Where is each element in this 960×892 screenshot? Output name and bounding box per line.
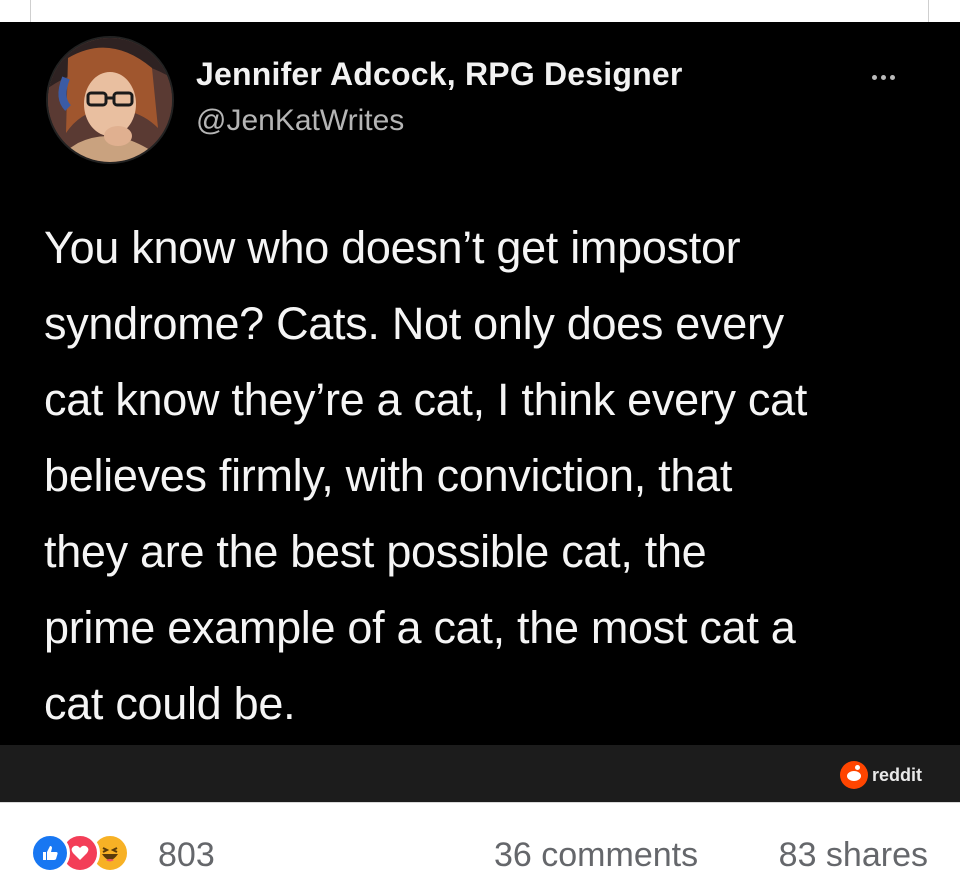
author-name[interactable]: Jennifer Adcock, RPG Designer <box>196 56 683 93</box>
author-handle[interactable]: @JenKatWrites <box>196 104 404 138</box>
tweet-body: You know who doesn’t get impostor syndro… <box>44 210 924 742</box>
watermark-bar: reddit <box>0 745 960 802</box>
tweet-screenshot: Jennifer Adcock, RPG Designer @JenKatWri… <box>0 22 960 745</box>
reactions-bar: 803 36 comments 83 shares <box>0 802 960 892</box>
shares-link[interactable]: 83 shares <box>779 836 928 875</box>
tweet-line: prime example of a cat, the most cat a <box>44 602 796 653</box>
dot <box>890 74 895 80</box>
tweet-line: You know who doesn’t get impostor <box>44 222 741 273</box>
dot <box>872 74 877 80</box>
reaction-icons[interactable] <box>30 833 130 873</box>
border-left <box>30 0 31 22</box>
avatar[interactable] <box>46 36 174 164</box>
reddit-label: reddit <box>871 764 922 785</box>
reaction-count[interactable]: 803 <box>158 836 215 875</box>
tweet-line: syndrome? Cats. Not only does every <box>44 298 784 349</box>
reddit-watermark: reddit <box>839 761 922 789</box>
facebook-post: Jennifer Adcock, RPG Designer @JenKatWri… <box>0 0 960 892</box>
dot <box>881 74 886 80</box>
more-horizontal-icon[interactable] <box>872 72 912 82</box>
post-top-strip <box>0 0 960 22</box>
border-right <box>928 0 929 22</box>
like-icon <box>30 833 70 873</box>
tweet-line: cat could be. <box>44 678 296 729</box>
comments-link[interactable]: 36 comments <box>494 836 698 875</box>
tweet-line: believes firmly, with conviction, that <box>44 450 733 501</box>
tweet-line: they are the best possible cat, the <box>44 526 707 577</box>
reddit-icon <box>839 761 868 789</box>
avatar-image <box>48 38 172 162</box>
tweet-line: cat know they’re a cat, I think every ca… <box>44 374 808 425</box>
